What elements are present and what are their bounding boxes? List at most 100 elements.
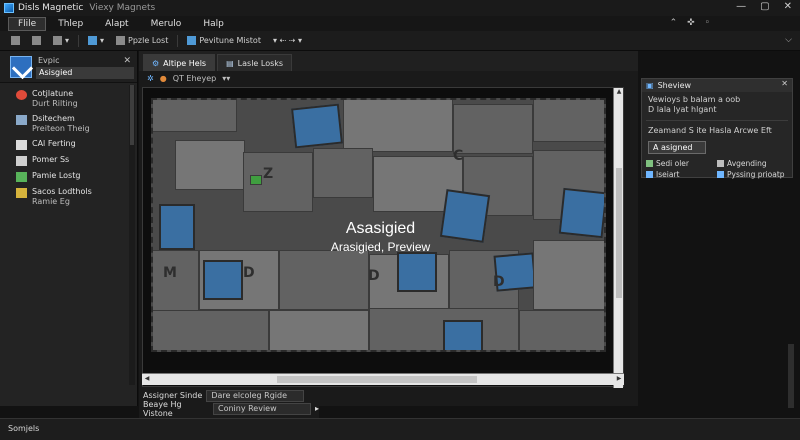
list-item[interactable]: Sacos Lodthols Ramie Eg <box>16 187 137 207</box>
puzzle-icon <box>116 36 126 45</box>
window-subtitle: Viexy Magnets <box>89 3 156 13</box>
assigned-button[interactable]: A asigned <box>648 141 706 154</box>
editor-subbar: ✲ ● QT Eheyep ▾▾ <box>139 71 638 86</box>
gear-icon: ⚙ <box>152 58 160 68</box>
right-panel-header: ▣ Sheview ✕ <box>642 79 792 92</box>
scroll-right-icon[interactable]: ▶ <box>614 375 624 385</box>
info-line: Zeamand S ite Hasla Arcwe Eft <box>648 126 772 135</box>
menu-item-adapt[interactable]: Alapt <box>95 17 138 31</box>
menubar-icons: ⌃ ✜ ◦ <box>670 18 710 28</box>
puzzle-tile <box>519 310 604 350</box>
preview-button[interactable]: Pevitune Mistot <box>184 34 264 48</box>
color-icon[interactable]: ● <box>160 74 167 83</box>
toolbar: ▾ ▾ Ppzle Lost Pevitune Mistot ▾ ⇠ ⇢ ▾ ⌵ <box>0 31 800 51</box>
menu-item-file[interactable]: Flile <box>8 16 47 31</box>
action-pen[interactable]: Avgending <box>717 159 788 168</box>
maximize-button[interactable]: ▢ <box>760 1 769 12</box>
toolbar-divider <box>78 34 80 47</box>
tab-label: Lasle Losks <box>237 58 284 68</box>
list-item[interactable]: Pamie Lostg <box>16 171 137 182</box>
puzzle-tile <box>533 100 604 142</box>
tab-lasle-losks[interactable]: ▤ Lasle Losks <box>217 54 293 71</box>
document-area: C D M D D Z Asasigied Arasigied, Preview… <box>142 87 624 410</box>
left-panel-scrollbar[interactable] <box>129 85 135 385</box>
divider <box>646 120 788 121</box>
left-panel-list: Cotjlatune Durt Rilting Dsitechem Preiteon… <box>0 83 137 207</box>
move-icon[interactable]: ✜ <box>687 18 695 28</box>
action-sort[interactable]: Pyssing prioatp <box>717 170 788 179</box>
property-row: Beaye Hg Vistone Coniny Review ▸ <box>139 400 319 418</box>
grid-icon <box>32 36 41 45</box>
save-button[interactable]: ▾ <box>50 34 72 48</box>
info-line: Vewioys b balam a oob <box>648 95 741 104</box>
puzzle-tile <box>291 103 343 149</box>
expand-icon[interactable]: ▸ <box>315 404 319 413</box>
image-button[interactable]: ▾ <box>85 34 107 48</box>
minimize-button[interactable]: — <box>736 1 746 12</box>
puzzle-canvas[interactable]: C D M D D Z Asasigied Arasigied, Preview <box>151 98 606 352</box>
horizontal-scrollbar[interactable]: ◀ ▶ <box>142 373 624 385</box>
tile-letter: M <box>163 265 177 281</box>
circle-icon[interactable]: ◦ <box>705 18 710 28</box>
menu-item-module[interactable]: Merulo <box>141 17 192 31</box>
property-field[interactable]: Coniny Review <box>212 402 311 415</box>
preview-icon <box>187 36 197 45</box>
left-panel-title: Evpic <box>38 56 60 65</box>
list-item-label: Sacos Lodthols <box>32 187 92 196</box>
puzzle-tile <box>153 100 237 132</box>
dropdown-arrow-button[interactable]: ▾ ⇠ ⇢ ▾ <box>270 34 305 48</box>
grid-button[interactable] <box>29 34 44 48</box>
list-item[interactable]: Cotjlatune Durt Rilting <box>16 89 137 109</box>
arrow-icon <box>646 171 653 178</box>
tab-label: Altipe Hels <box>163 58 207 68</box>
vertical-scrollbar[interactable]: ▲ ▼ <box>613 88 623 388</box>
menu-bar: Flile Thlep Alapt Merulo Halp ⌃ ✜ ◦ <box>0 16 800 31</box>
list-item-label: CAl Ferting <box>32 139 76 148</box>
action-label: Avgending <box>727 159 767 168</box>
right-edge-scrollbar[interactable] <box>788 344 794 408</box>
left-panel-selected-field[interactable]: Asisgied <box>36 67 134 79</box>
action-label: Sedi oler <box>656 159 689 168</box>
folder-icon <box>11 36 20 45</box>
main-editor: ⚙ Altipe Hels ▤ Lasle Losks ✲ ● QT Eheye… <box>139 51 638 410</box>
property-field[interactable]: Dare elcoleg Rgide <box>206 389 305 402</box>
puzzle-tile <box>153 310 269 350</box>
left-panel: Evpic ✕ Asisgied Cotjlatune Durt Rilting … <box>0 51 138 406</box>
menu-item-halp[interactable]: Halp <box>193 17 234 31</box>
action-edit[interactable]: Sedi oler <box>646 159 717 168</box>
caret-icon[interactable]: ⌃ <box>670 18 678 28</box>
close-icon[interactable]: ✕ <box>123 56 131 66</box>
scrollbar-thumb[interactable] <box>277 376 477 383</box>
tab-altipe-hels[interactable]: ⚙ Altipe Hels <box>143 54 216 71</box>
list-item-label: Cotjlatune <box>32 89 74 98</box>
window-controls: — ▢ ✕ <box>736 1 792 12</box>
image-icon <box>88 36 98 45</box>
puzzle-lost-button[interactable]: Ppzle Lost <box>113 34 171 48</box>
list-item-label: Dsitechem <box>32 114 75 123</box>
list-item[interactable]: CAl Ferting <box>16 139 137 150</box>
scrollbar-thumb[interactable] <box>616 168 622 298</box>
scrollbar-thumb[interactable] <box>130 85 134 145</box>
window-title: Disls Magnetic <box>18 3 84 13</box>
edit-icon <box>646 160 653 167</box>
pen-icon <box>717 160 724 167</box>
tab-bar: ⚙ Altipe Hels ▤ Lasle Losks <box>139 51 638 71</box>
scroll-left-icon[interactable]: ◀ <box>142 375 152 385</box>
close-window-button[interactable]: ✕ <box>784 1 792 12</box>
scroll-up-icon[interactable]: ▲ <box>614 88 624 98</box>
action-insert[interactable]: Iseiart <box>646 170 717 179</box>
right-panel-info: Vewioys b balam a oob D lala lyat hlgant <box>642 92 792 118</box>
sort-icon <box>717 171 724 178</box>
menu-item-help[interactable]: Thlep <box>48 17 93 31</box>
app-logo-icon <box>4 3 14 13</box>
list-item[interactable]: Pomer Ss <box>16 155 137 166</box>
preview-label: Pevitune Mistot <box>199 36 261 45</box>
subbar-dropdown-icon[interactable]: ▾▾ <box>222 74 230 83</box>
preview-title: Asasigied <box>345 220 416 237</box>
collapse-toolbar-icon[interactable]: ⌵ <box>785 35 792 45</box>
settings-icon[interactable]: ✲ <box>147 74 154 83</box>
close-icon[interactable]: ✕ <box>781 79 788 88</box>
folder-button[interactable] <box>8 34 23 48</box>
list-item-sublabel: Durt Rilting <box>32 99 78 108</box>
list-item[interactable]: Dsitechem Preiteon Theig <box>16 114 137 134</box>
